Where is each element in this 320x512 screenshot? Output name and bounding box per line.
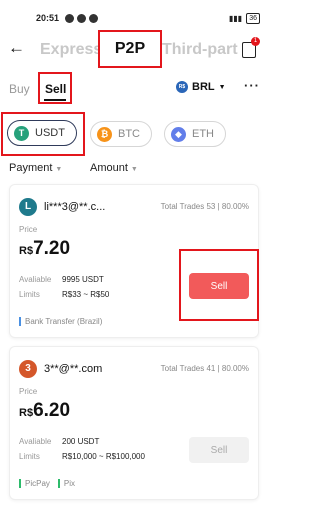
merchant-name[interactable]: li***3@**.c... xyxy=(44,201,105,213)
merchant-name[interactable]: 3**@**.com xyxy=(44,363,102,375)
battery-icon: 36 xyxy=(246,12,260,24)
trade-stats: Total Trades 41 | 80.00% xyxy=(160,364,249,373)
tab-third-party[interactable]: Third-part xyxy=(162,41,238,59)
filter-bar: Payment ▼ Amount ▼ xyxy=(0,160,272,176)
sub-nav: Buy Sell R$ BRL ▼ ··· xyxy=(0,72,272,106)
payment-filter[interactable]: Payment ▼ xyxy=(9,162,62,174)
currency-symbol: R$ xyxy=(19,407,34,419)
eth-icon: ◆ xyxy=(171,126,186,142)
tab-p2p-highlight: P2P xyxy=(98,30,162,68)
available-label: Avaliable xyxy=(19,275,52,284)
payment-filter-label: Payment xyxy=(9,162,53,174)
payment-methods: Bank Transfer (Brazil) xyxy=(19,317,102,326)
price: R$7.20 xyxy=(19,238,70,260)
avatar: L xyxy=(19,198,37,216)
ad-card: L li***3@**.c... Total Trades 53 | 80.00… xyxy=(9,184,259,338)
tab-sell-highlight: Sell xyxy=(38,72,72,104)
btc-icon: ₿ xyxy=(97,126,112,142)
orders-badge: 1 xyxy=(251,37,260,46)
price-value: 6.20 xyxy=(33,400,71,421)
signal-icon: ▮▮▮ xyxy=(228,13,243,23)
payment-method: PicPay xyxy=(19,479,50,488)
coin-selector: T USDT ₿ BTC ◆ ETH xyxy=(0,112,272,156)
tab-express[interactable]: Express xyxy=(40,41,102,59)
tab-sell[interactable]: Sell xyxy=(45,82,66,96)
price: R$6.20 xyxy=(19,400,70,422)
status-time: 20:51 xyxy=(36,13,60,23)
caret-down-icon: ▼ xyxy=(218,83,226,91)
payment-method: Bank Transfer (Brazil) xyxy=(19,317,102,326)
price-value: 7.20 xyxy=(33,238,71,259)
coin-label: USDT xyxy=(35,127,65,139)
coin-usdt[interactable]: T USDT xyxy=(7,120,77,146)
caret-down-icon: ▼ xyxy=(55,166,63,173)
price-label: Price xyxy=(19,225,38,234)
coin-btc[interactable]: ₿ BTC xyxy=(90,121,152,147)
sell-button[interactable]: Sell xyxy=(189,437,249,463)
sell-button[interactable]: Sell xyxy=(189,273,249,299)
tab-buy[interactable]: Buy xyxy=(9,82,30,96)
usdt-icon: T xyxy=(14,125,29,141)
currency-selector[interactable]: R$ BRL ▼ xyxy=(176,81,226,93)
tab-p2p[interactable]: P2P xyxy=(115,40,145,58)
coin-label: ETH xyxy=(192,128,214,140)
notification-icons xyxy=(65,13,99,23)
limits-label: Limits xyxy=(19,290,40,299)
ad-card: 3 3**@**.com Total Trades 41 | 80.00% Pr… xyxy=(9,346,259,500)
caret-down-icon: ▼ xyxy=(130,166,138,173)
coin-eth[interactable]: ◆ ETH xyxy=(164,121,226,147)
payment-method: Pix xyxy=(57,479,75,488)
currency-symbol: R$ xyxy=(19,245,34,257)
tab-sell-underline xyxy=(44,99,66,101)
trade-stats: Total Trades 53 | 80.00% xyxy=(160,202,249,211)
brl-icon: R$ xyxy=(176,81,188,93)
limits-value: R$10,000 ~ R$100,000 xyxy=(62,452,145,461)
avatar: 3 xyxy=(19,360,37,378)
more-icon[interactable]: ··· xyxy=(244,78,260,93)
currency-label: BRL xyxy=(192,81,215,93)
limits-label: Limits xyxy=(19,452,40,461)
amount-filter[interactable]: Amount ▼ xyxy=(90,162,138,174)
available-value: 200 USDT xyxy=(62,437,100,446)
back-arrow-icon[interactable]: ← xyxy=(8,38,25,58)
payment-methods: PicPay Pix xyxy=(19,479,75,488)
coin-label: BTC xyxy=(118,128,140,140)
system-icons: ▮▮▮ 36 xyxy=(228,12,260,24)
available-value: 9995 USDT xyxy=(62,275,104,284)
available-label: Avaliable xyxy=(19,437,52,446)
price-label: Price xyxy=(19,387,38,396)
limits-value: R$33 ~ R$50 xyxy=(62,290,110,299)
amount-filter-label: Amount xyxy=(90,162,128,174)
